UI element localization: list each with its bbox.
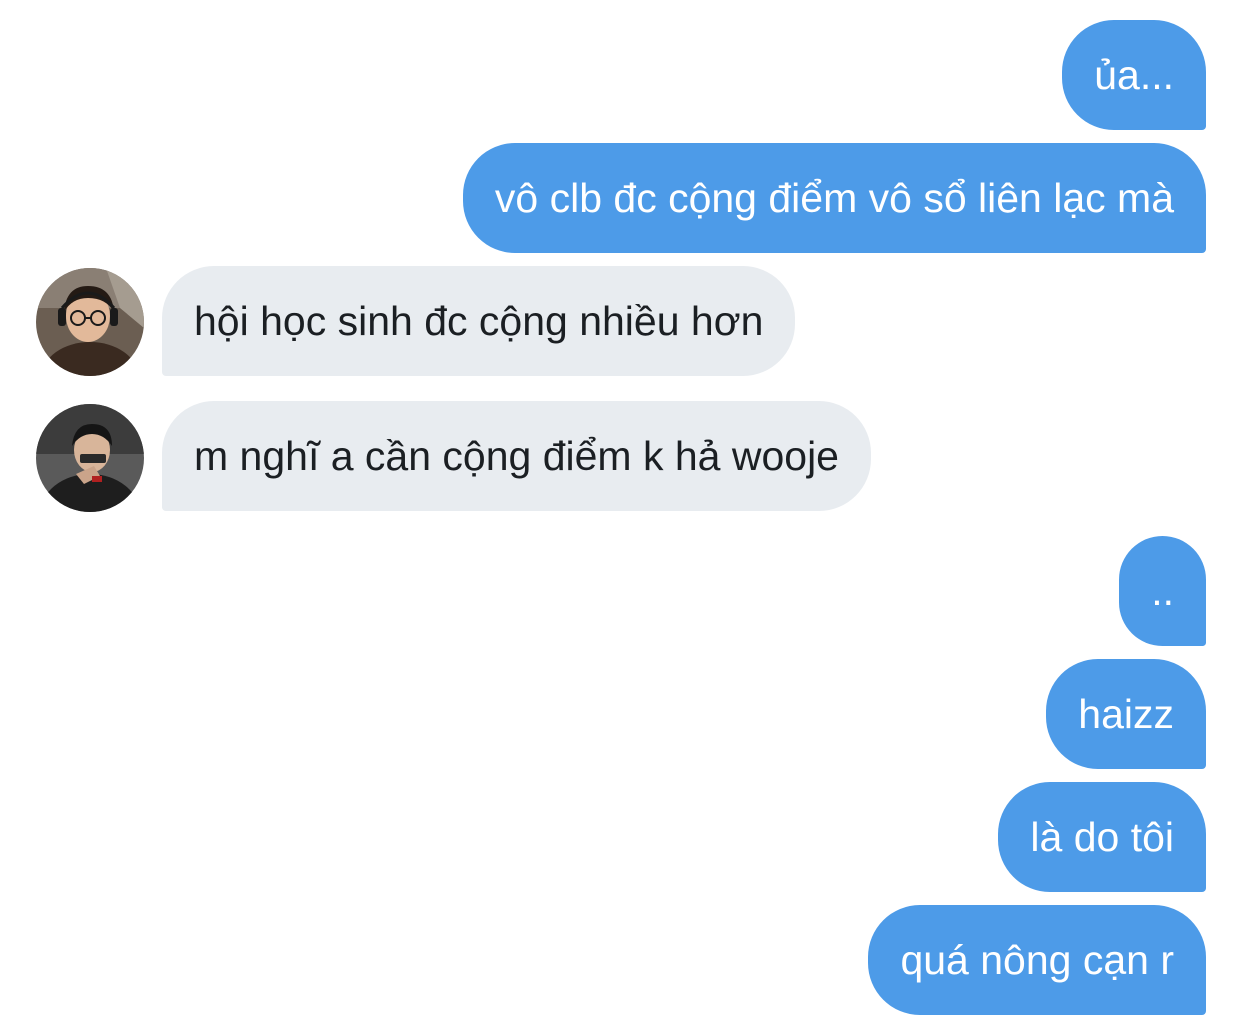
message-bubble-outgoing[interactable]: ủa... [1062, 20, 1206, 130]
message-bubble-outgoing[interactable]: .. [1119, 536, 1206, 646]
message-bubble-incoming[interactable]: m nghĩ a cần cộng điểm k hả wooje [162, 401, 871, 511]
message-bubble-outgoing[interactable]: haizz [1046, 659, 1206, 769]
avatar[interactable] [36, 404, 144, 512]
message-text: là do tôi [1030, 813, 1174, 860]
message-bubble-outgoing[interactable]: quá nông cạn r [868, 905, 1206, 1015]
message-text: haizz [1078, 690, 1174, 737]
message-text: ủa... [1094, 51, 1174, 98]
avatar-photo-glasses [36, 268, 144, 376]
avatar[interactable] [36, 268, 144, 376]
message-text: .. [1151, 567, 1174, 614]
message-bubble-incoming[interactable]: hội học sinh đc cộng nhiều hơn [162, 266, 796, 376]
message-text: quá nông cạn r [900, 936, 1174, 983]
message-text: vô clb đc cộng điểm vô sổ liên lạc mà [494, 174, 1174, 221]
message-bubble-outgoing[interactable]: là do tôi [998, 782, 1206, 892]
message-text: m nghĩ a cần cộng điểm k hả wooje [194, 432, 839, 479]
message-text: hội học sinh đc cộng nhiều hơn [194, 297, 764, 344]
avatar-photo-dark [36, 404, 144, 512]
message-bubble-outgoing[interactable]: vô clb đc cộng điểm vô sổ liên lạc mà [462, 143, 1206, 253]
